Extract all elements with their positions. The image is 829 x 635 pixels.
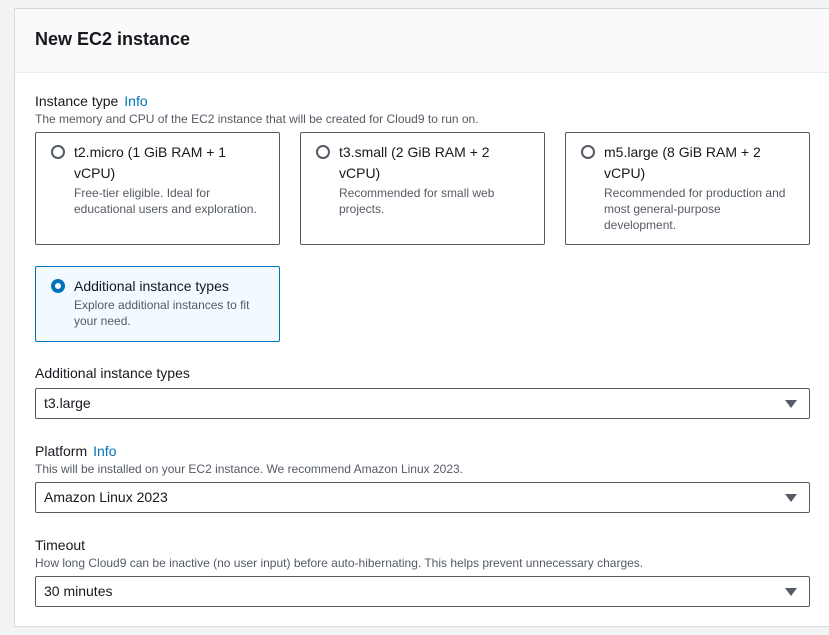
radio-additional-instance-types[interactable] <box>51 279 65 293</box>
tile-description: Free-tier eligible. Ideal for educationa… <box>74 186 257 216</box>
select-value: 30 minutes <box>44 583 113 599</box>
instance-option-m5-large[interactable]: m5.large (8 GiB RAM + 2 vCPU) Recommende… <box>565 132 810 245</box>
platform-label-text: Platform <box>35 443 88 459</box>
timeout-label: Timeout <box>35 537 86 553</box>
new-ec2-instance-panel: New EC2 instance Instance type Info The m… <box>14 8 829 627</box>
platform-select[interactable]: Amazon Linux 2023 <box>35 482 810 513</box>
instance-option-additional[interactable]: Additional instance types Explore additi… <box>35 266 280 342</box>
tile-description: Recommended for production and most gene… <box>604 186 786 232</box>
radio-t2-micro[interactable] <box>51 145 65 159</box>
panel-header: New EC2 instance <box>15 9 829 73</box>
instance-type-info-link[interactable]: Info <box>124 93 147 109</box>
caret-down-icon <box>785 494 797 502</box>
additional-instance-types-label: Additional instance types <box>35 365 190 381</box>
instance-type-description: The memory and CPU of the EC2 instance t… <box>35 112 479 126</box>
platform-info-link[interactable]: Info <box>93 443 116 459</box>
instance-option-t2-micro[interactable]: t2.micro (1 GiB RAM + 1 vCPU) Free-tier … <box>35 132 280 245</box>
caret-down-icon <box>785 400 797 408</box>
instance-type-label: Instance type Info <box>35 93 148 109</box>
caret-down-icon <box>785 588 797 596</box>
timeout-description: How long Cloud9 can be inactive (no user… <box>35 556 644 570</box>
timeout-select[interactable]: 30 minutes <box>35 576 810 607</box>
additional-instance-types-select[interactable]: t3.large <box>35 388 810 419</box>
select-value: t3.large <box>44 395 91 411</box>
platform-label: Platform Info <box>35 443 116 459</box>
tile-title: t3.small (2 GiB RAM + 2 vCPU) <box>339 144 490 181</box>
radio-m5-large[interactable] <box>581 145 595 159</box>
tile-description: Explore additional instances to fit your… <box>74 298 250 328</box>
instance-option-t3-small[interactable]: t3.small (2 GiB RAM + 2 vCPU) Recommende… <box>300 132 545 245</box>
tile-title: t2.micro (1 GiB RAM + 1 vCPU) <box>74 144 227 181</box>
platform-description: This will be installed on your EC2 insta… <box>35 462 463 476</box>
tile-title: Additional instance types <box>74 278 229 294</box>
panel-title: New EC2 instance <box>35 29 191 49</box>
instance-type-label-text: Instance type <box>35 93 119 109</box>
tile-title: m5.large (8 GiB RAM + 2 vCPU) <box>604 144 761 181</box>
radio-t3-small[interactable] <box>316 145 330 159</box>
select-value: Amazon Linux 2023 <box>44 489 168 505</box>
tile-description: Recommended for small web projects. <box>339 186 495 216</box>
